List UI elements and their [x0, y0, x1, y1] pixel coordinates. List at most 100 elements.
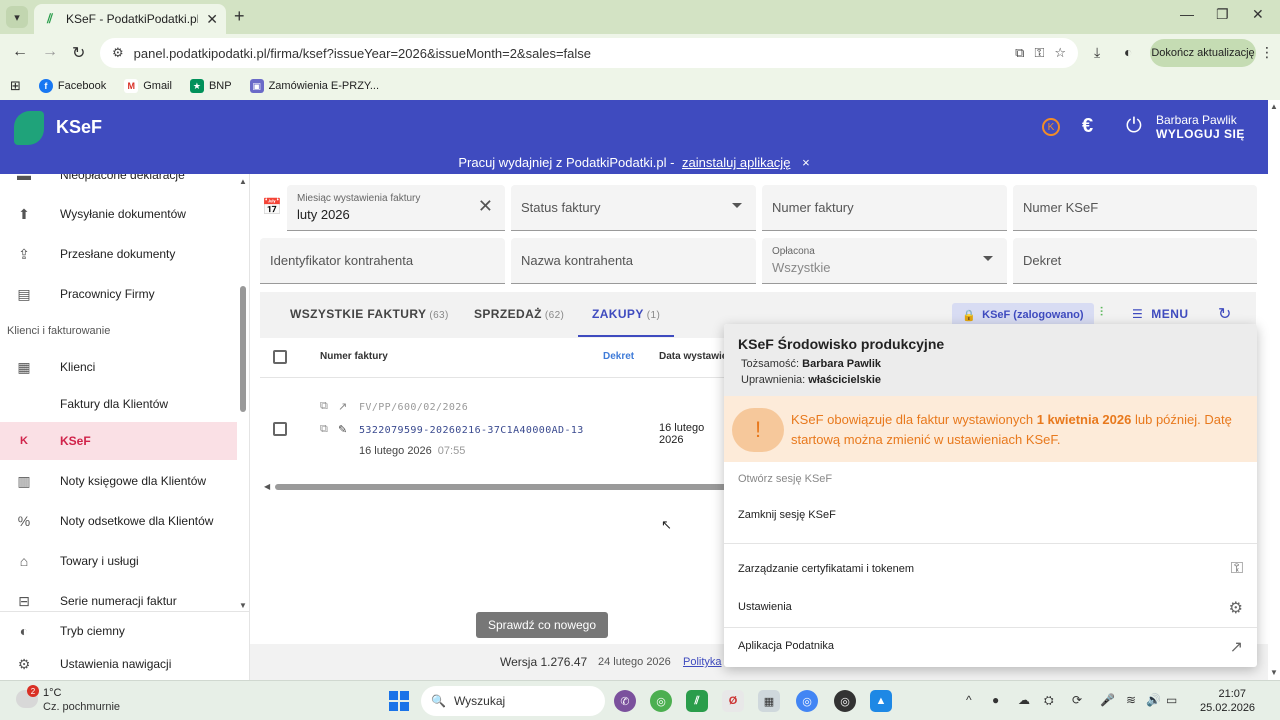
column-invoice-number[interactable]: Numer faktury	[320, 351, 388, 362]
chrome-active-icon[interactable]: ◎	[796, 690, 818, 712]
tab-all-invoices[interactable]: WSZYSTKIE FAKTURY (63)	[290, 307, 449, 321]
volume-icon[interactable]: 🔊	[1146, 693, 1161, 707]
promo-close-button[interactable]: ×	[802, 155, 810, 170]
sidebar-item-goods-services[interactable]: ⌂ Towary i usługi	[0, 542, 237, 580]
sidebar-item-ksef[interactable]: K KSeF	[0, 422, 237, 460]
reload-icon[interactable]: ↻	[72, 43, 85, 63]
viber-icon[interactable]: ✆	[614, 690, 636, 712]
close-window-icon[interactable]: ✕	[1252, 6, 1264, 23]
table-horizontal-scrollbar[interactable]: ◀	[264, 482, 730, 491]
scroll-thumb[interactable]	[275, 484, 730, 490]
close-tab-icon[interactable]: ✕	[206, 11, 218, 28]
sidebar-item-nav-settings[interactable]: ⚙ Ustawienia nawigacji	[0, 645, 237, 680]
page-scroll-up-icon[interactable]: ▲	[1270, 102, 1278, 111]
tray-cloud-icon[interactable]: ☁	[1018, 693, 1030, 707]
chrome-icon[interactable]: ◎	[650, 690, 672, 712]
windows-start-icon[interactable]	[389, 691, 409, 711]
battery-icon[interactable]: ▭	[1166, 693, 1177, 707]
tab-purchases[interactable]: ZAKUPY (1)	[592, 307, 660, 321]
address-url[interactable]: panel.podatkipodatki.pl/firma/ksef?issue…	[134, 46, 1005, 61]
tray-sync-icon[interactable]: ⟳	[1072, 693, 1082, 707]
column-dekret[interactable]: Dekret	[603, 351, 634, 362]
photos-icon[interactable]: ▲	[870, 690, 892, 712]
ksef-number-filter[interactable]: Numer KSeF	[1013, 185, 1257, 231]
sidebar-scroll-down-icon[interactable]: ▼	[239, 601, 247, 610]
ksef-number[interactable]: 5322079599-20260216-37C1A40000AD-13	[359, 425, 584, 436]
podatki-app-icon[interactable]: ⫽	[686, 690, 708, 712]
taskbar-search[interactable]: 🔍 Wyszukaj	[421, 686, 605, 716]
calculator-icon[interactable]: ▦	[758, 690, 780, 712]
tray-app-icon[interactable]: ●	[992, 693, 999, 707]
menu-button[interactable]: ☰ MENU	[1132, 307, 1189, 321]
chevron-down-icon[interactable]	[983, 256, 993, 261]
sidebar-item-accounting-notes[interactable]: ▥ Noty księgowe dla Klientów	[0, 462, 237, 500]
status-filter[interactable]: Status faktury	[511, 185, 756, 231]
browser-tab-active[interactable]: ⫽ KSeF - PodatkiPodatki.pl ✕	[34, 4, 226, 34]
bookmark-bnp[interactable]: ★ BNP	[189, 79, 232, 93]
install-app-icon[interactable]: ⧉	[1015, 45, 1024, 61]
table-row[interactable]: ⧉ ↗ FV/PP/600/02/2026 ⧉ ✎ 5322079599-202…	[260, 378, 730, 482]
contractor-id-filter[interactable]: Identyfikator kontrahenta	[260, 238, 505, 284]
sidebar-item-sent-documents[interactable]: ⇪ Przesłane dokumenty	[0, 235, 237, 273]
bookmark-facebook[interactable]: f Facebook	[38, 79, 106, 93]
sidebar-item-unpaid-declarations[interactable]: ▬ Nieopłacone deklaracje	[0, 174, 237, 194]
chrome-profile-icon[interactable]: ◎	[834, 690, 856, 712]
install-app-link[interactable]: zainstaluj aplikację	[682, 155, 790, 170]
chevron-down-icon[interactable]	[732, 203, 742, 208]
dekret-filter[interactable]: Dekret	[1013, 238, 1257, 284]
scroll-left-icon[interactable]: ◀	[264, 482, 270, 491]
refresh-icon[interactable]: ↻	[1218, 304, 1231, 324]
month-filter-value[interactable]: luty 2026	[297, 207, 350, 222]
wifi-icon[interactable]: ≋	[1126, 693, 1136, 707]
minimize-icon[interactable]: —	[1180, 6, 1194, 22]
check-whats-new-button[interactable]: Sprawdź co nowego	[476, 612, 608, 638]
certificates-item[interactable]: Zarządzanie certyfikatami i tokenem ⚿	[724, 551, 1257, 589]
tab-search-dropdown[interactable]: ▾	[6, 6, 28, 28]
update-button[interactable]: Dokończ aktualizację	[1150, 39, 1256, 67]
back-icon[interactable]: ←	[12, 43, 28, 61]
apps-grid-icon[interactable]: ⊞	[10, 78, 21, 94]
tray-expand-icon[interactable]: ^	[966, 693, 972, 707]
microphone-icon[interactable]: 🎤	[1100, 693, 1115, 707]
restore-icon[interactable]: ❐	[1216, 6, 1229, 23]
clear-icon[interactable]: ✕	[478, 196, 493, 217]
row-checkbox[interactable]	[273, 422, 287, 436]
contractor-name-filter[interactable]: Nazwa kontrahenta	[511, 238, 756, 284]
paid-filter-value[interactable]: Wszystkie	[772, 260, 831, 275]
sidebar-scrollbar[interactable]	[240, 286, 246, 412]
column-issue-date[interactable]: Data wystawie	[659, 351, 727, 362]
power-icon[interactable]: ⏻	[1126, 115, 1142, 138]
euro-icon[interactable]: €	[1082, 115, 1093, 138]
sidebar-scroll-up-icon[interactable]: ▲	[239, 177, 247, 186]
page-scroll-down-icon[interactable]: ▼	[1270, 668, 1278, 677]
app-icon[interactable]: Ø	[722, 690, 744, 712]
temperature[interactable]: 1°C	[43, 687, 61, 699]
bookmark-orders[interactable]: ▣ Zamówienia E-PRZY...	[249, 79, 379, 93]
address-bar[interactable]: ⚙ panel.podatkipodatki.pl/firma/ksef?iss…	[100, 38, 1078, 68]
app-brand[interactable]: KSeF	[56, 117, 102, 138]
tray-network-drive-icon[interactable]: ⛭	[1044, 693, 1054, 708]
forward-icon[interactable]: →	[42, 43, 58, 61]
tab-sales[interactable]: SPRZEDAŻ (62)	[474, 307, 564, 321]
logout-button[interactable]: WYLOGUJ SIĘ	[1156, 127, 1245, 141]
select-all-checkbox[interactable]	[273, 350, 287, 364]
invoice-number-filter[interactable]: Numer faktury	[762, 185, 1007, 231]
download-icon[interactable]: ⤓	[1094, 44, 1100, 61]
sidebar-item-employees[interactable]: ▤ Pracownicy Firmy	[0, 275, 237, 313]
new-tab-icon[interactable]: +	[234, 6, 245, 27]
bookmark-gmail[interactable]: M Gmail	[124, 79, 172, 93]
calendar-icon[interactable]: 📅	[262, 197, 282, 217]
more-menu-icon[interactable]: ⋮	[1260, 44, 1274, 61]
copy-icon[interactable]: ⧉	[320, 400, 328, 413]
copy-icon[interactable]: ⧉	[320, 423, 328, 436]
taxpayer-app-item[interactable]: Aplikacja Podatnika ↗	[724, 628, 1257, 666]
sidebar-item-client-invoices[interactable]: Faktury dla Klientów	[0, 385, 237, 423]
bookmark-star-icon[interactable]: ☆	[1054, 45, 1066, 61]
site-info-icon[interactable]: ⚙	[112, 45, 124, 61]
month-filter[interactable]: Miesiąc wystawienia faktury luty 2026 ✕	[287, 185, 505, 231]
ksef-status-icon[interactable]: K	[1042, 118, 1060, 136]
sidebar-item-clients[interactable]: ▦ Klienci	[0, 348, 237, 386]
edit-icon[interactable]: ✎	[338, 423, 347, 436]
paid-filter[interactable]: Opłacona Wszystkie	[762, 238, 1007, 284]
sidebar-item-interest-notes[interactable]: % Noty odsetkowe dla Klientów	[0, 502, 237, 540]
